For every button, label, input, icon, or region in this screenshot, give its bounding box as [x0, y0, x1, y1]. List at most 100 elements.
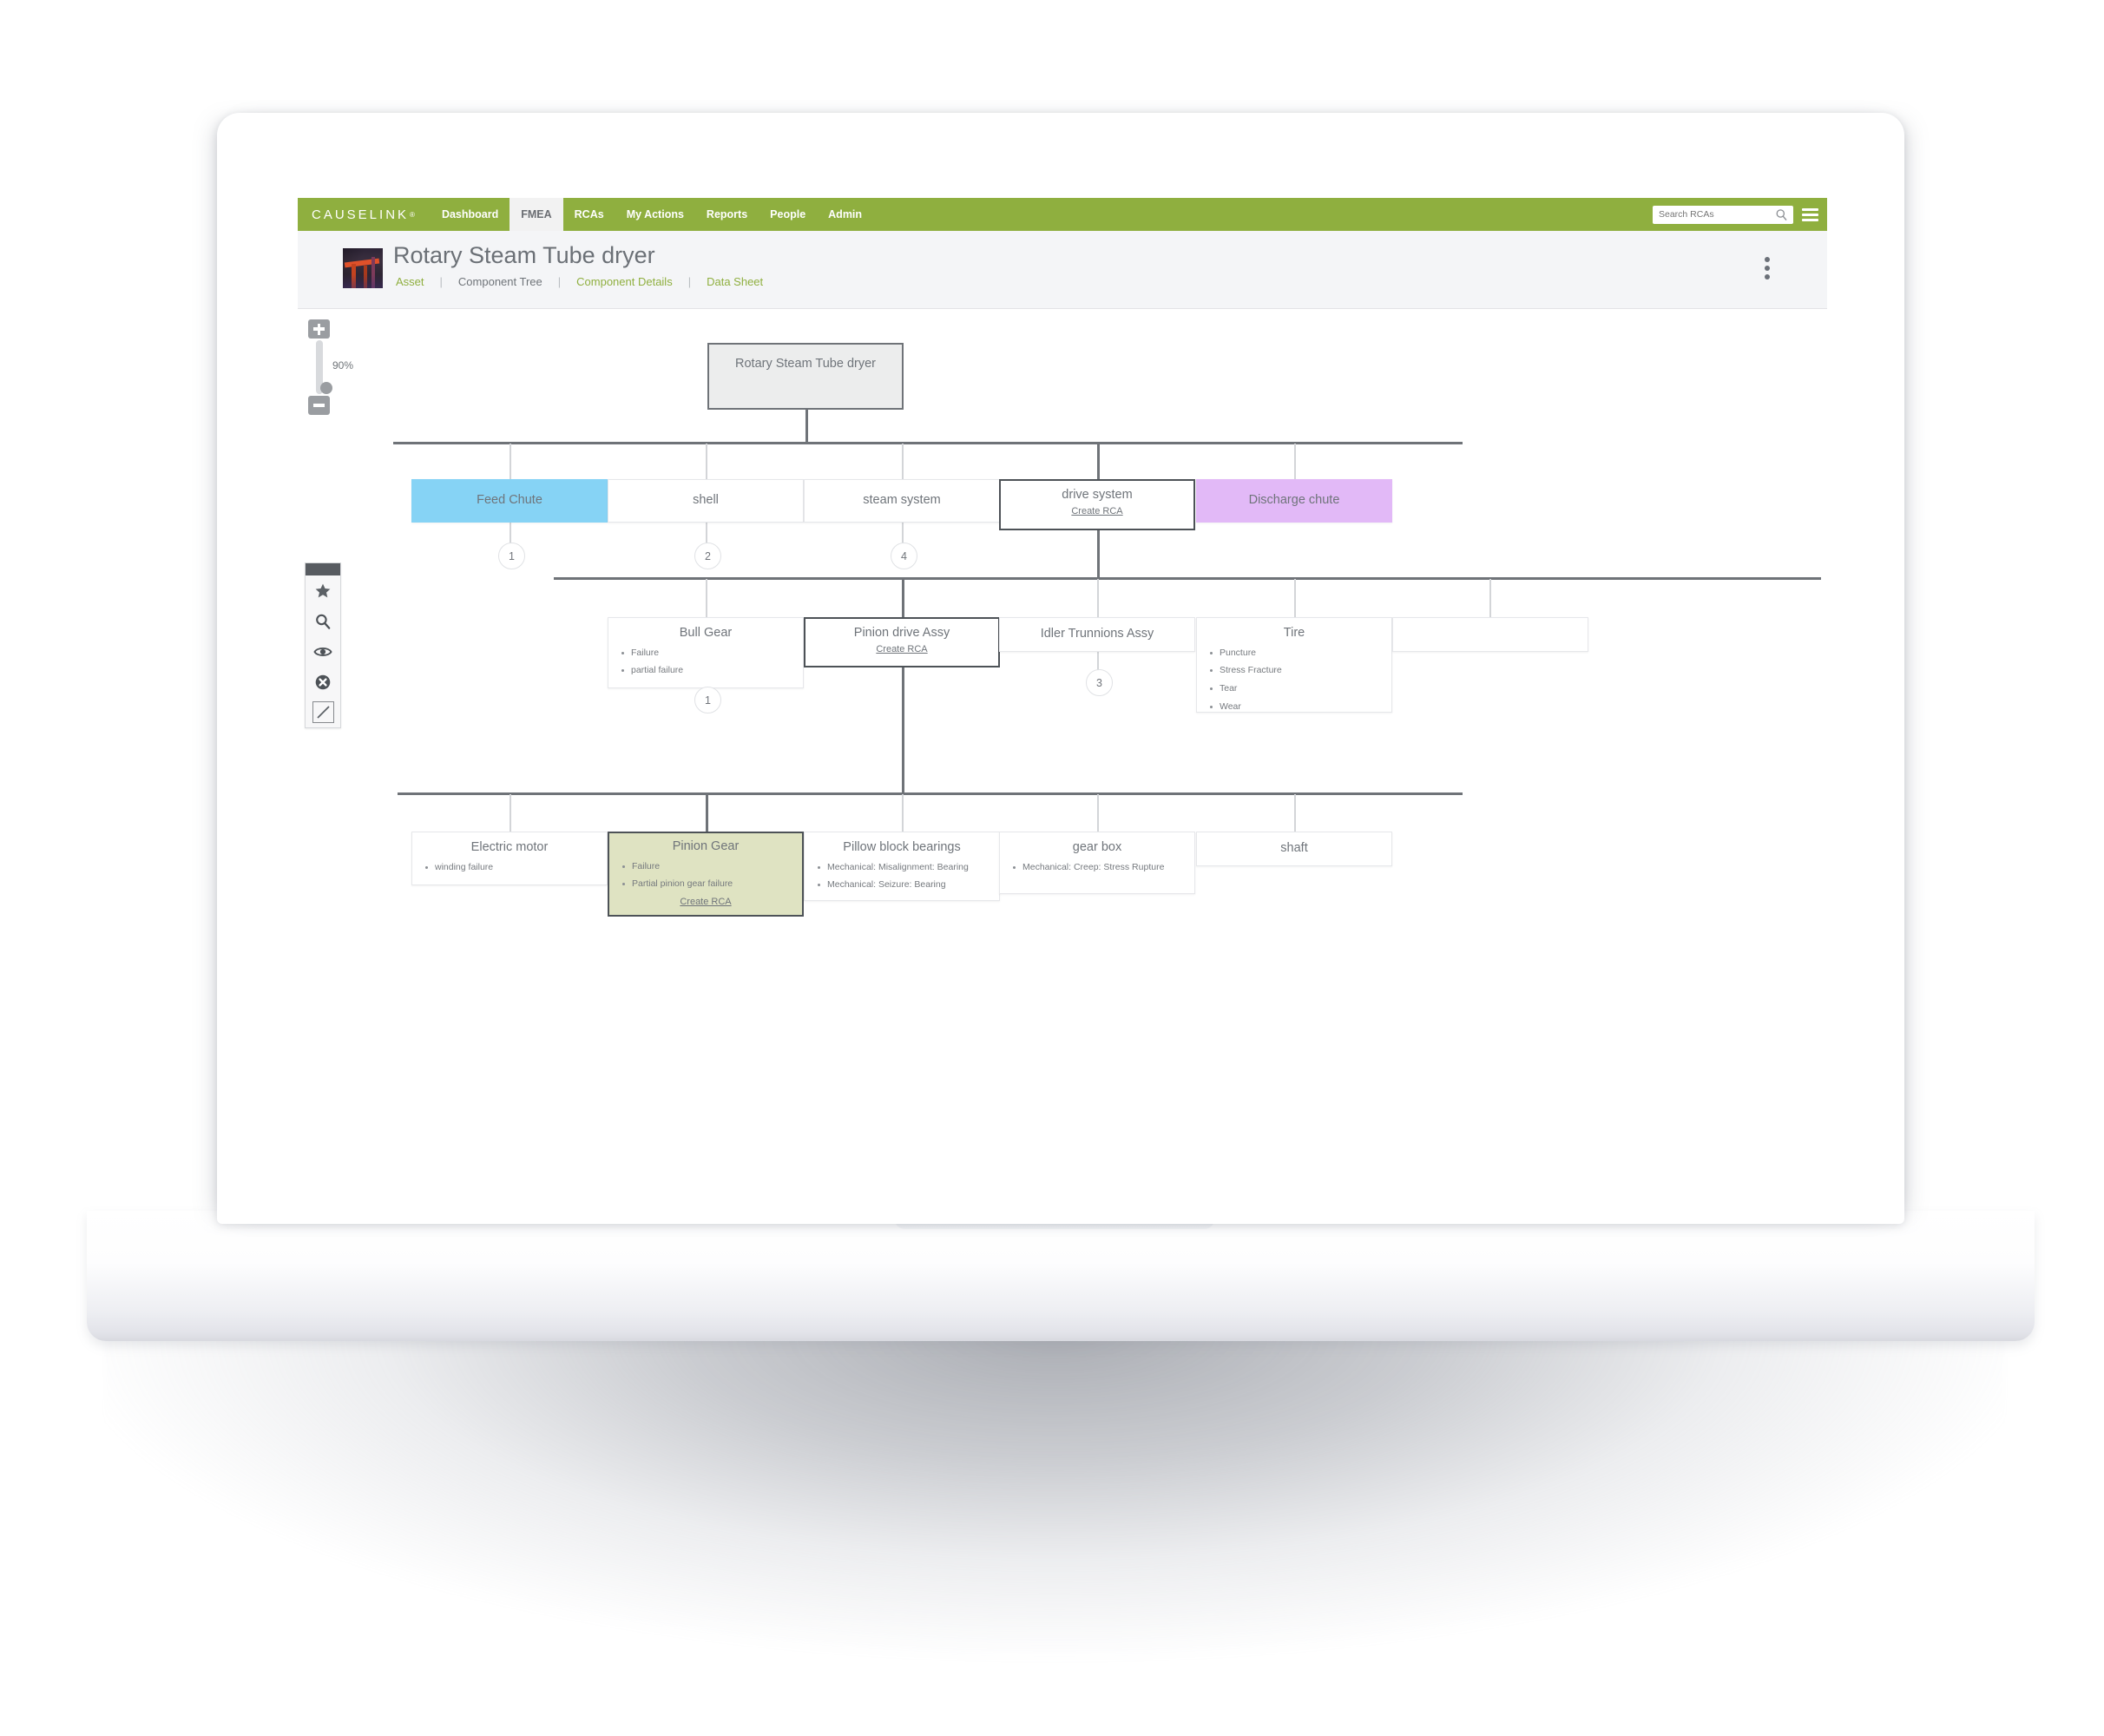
search-magnifier-icon[interactable]	[306, 606, 340, 636]
child-count-badge-idler-trunnions[interactable]: 3	[1086, 669, 1113, 696]
plus-icon-v	[317, 323, 321, 335]
asset-thumbnail[interactable]	[343, 248, 383, 288]
breadcrumb-item-component-tree[interactable]: Component Tree	[457, 275, 544, 288]
tree-node-drive-system[interactable]: drive system Create RCA	[999, 479, 1195, 530]
hamburger-line	[1802, 207, 1818, 211]
search-input[interactable]	[1653, 209, 1793, 220]
breadcrumb-item-asset[interactable]: Asset	[394, 275, 426, 288]
page-title: Rotary Steam Tube dryer	[393, 242, 655, 268]
node-title: shaft	[1280, 841, 1308, 855]
child-count-badge-steam-system[interactable]: 4	[891, 542, 917, 569]
nav-item-people[interactable]: People	[759, 198, 817, 231]
search-box[interactable]	[1653, 205, 1793, 226]
failure-mode-list: Failure partial failure	[608, 648, 803, 678]
tree-node-pillow-block-bearings[interactable]: Pillow block bearings Mechanical: Misali…	[804, 832, 1000, 901]
connector-drop-pinion-gear	[706, 794, 708, 832]
node-title: shell	[693, 493, 719, 507]
failure-mode-list: Mechanical: Creep: Stress Rupture	[1000, 862, 1194, 874]
failure-mode-item: Stress Fracture	[1210, 665, 1383, 677]
nav-item-my-actions[interactable]: My Actions	[615, 198, 695, 231]
connector-root-stem	[805, 409, 808, 444]
connector-badge-stem	[510, 523, 511, 543]
nav-item-reports[interactable]: Reports	[695, 198, 759, 231]
favorite-star-icon[interactable]	[306, 575, 340, 606]
connector-badge-stem	[706, 523, 707, 543]
tree-node-tire[interactable]: Tire Puncture Stress Fracture Tear Wear	[1196, 617, 1392, 713]
failure-mode-list: Puncture Stress Fracture Tear Wear	[1197, 648, 1391, 713]
node-title: Pinion drive Assy	[853, 626, 950, 640]
hamburger-line	[1802, 218, 1818, 221]
node-title: Pinion Gear	[672, 839, 740, 853]
failure-mode-item: Puncture	[1210, 648, 1383, 660]
causelink-logo[interactable]: CAUSELINK ®	[298, 198, 431, 231]
tree-node-pinion-gear[interactable]: Pinion Gear Failure Partial pinion gear …	[608, 832, 804, 917]
zoom-slider-track[interactable]	[315, 340, 332, 394]
create-rca-link-pinion-gear[interactable]: Create RCA	[609, 897, 802, 907]
tree-node-steam-system[interactable]: steam system	[804, 479, 1000, 523]
nav-right-group	[1653, 198, 1827, 231]
zoom-out-button[interactable]	[308, 396, 330, 415]
tree-node-shaft[interactable]: shaft	[1196, 832, 1392, 866]
connector-level3-bus	[398, 792, 1463, 795]
component-tree-canvas[interactable]: 90% Rotary Steam Tube dryer Feed Chute 2…	[298, 309, 1827, 1166]
node-title: Pillow block bearings	[843, 840, 961, 854]
connector-drop-bull-gear	[706, 579, 707, 617]
create-rca-link-pinion-drive-assy[interactable]: Create RCA	[805, 644, 998, 654]
child-count-badge-shell[interactable]: 1	[498, 542, 525, 569]
connector-drop-gear-box	[1097, 794, 1099, 832]
failure-mode-item: Mechanical: Creep: Stress Rupture	[1013, 862, 1186, 874]
breadcrumb-item-component-details[interactable]: Component Details	[575, 275, 674, 288]
node-title: Rotary Steam Tube dryer	[735, 357, 876, 371]
thumb-detail	[343, 274, 383, 288]
tree-node-feed-chute[interactable]: Feed Chute	[411, 479, 608, 523]
nav-item-rcas[interactable]: RCAs	[563, 198, 615, 231]
node-title: gear box	[1072, 840, 1122, 854]
node-title: Tire	[1283, 626, 1305, 640]
visibility-eye-icon[interactable]	[306, 636, 340, 667]
vertical-dots-icon[interactable]	[1765, 257, 1770, 279]
breadcrumb-separator: |	[557, 275, 562, 289]
nav-item-admin[interactable]: Admin	[817, 198, 873, 231]
page-header: Rotary Steam Tube dryer Asset | Componen…	[298, 231, 1827, 309]
remove-circle-icon[interactable]	[306, 667, 340, 697]
zoom-slider-thumb[interactable]	[320, 382, 332, 394]
create-rca-link-drive-system[interactable]: Create RCA	[1001, 506, 1193, 516]
connector-drop-pinion-drive-assy	[902, 579, 904, 617]
failure-mode-item: Failure	[621, 648, 794, 660]
application-window: CAUSELINK ® Dashboard FMEA RCAs My Action…	[298, 198, 1827, 1166]
connector-drop-steam-system	[902, 444, 904, 480]
tree-node-idler-trunnions-assy[interactable]: Idler Trunnions Assy	[999, 617, 1195, 652]
brand-text: CAUSELINK	[312, 207, 410, 222]
minus-icon	[313, 404, 325, 407]
tree-node-bull-gear[interactable]: Bull Gear Failure partial failure	[608, 617, 804, 688]
registered-mark: ®	[410, 210, 415, 219]
hamburger-icon[interactable]	[1802, 207, 1818, 221]
failure-mode-item: Partial pinion gear failure	[622, 878, 793, 891]
zoom-in-button[interactable]	[308, 319, 330, 339]
child-count-badge-bull-gear[interactable]: 1	[694, 687, 721, 713]
magnifier-icon	[1775, 208, 1788, 226]
breadcrumb-item-data-sheet[interactable]: Data Sheet	[705, 275, 765, 288]
node-title: Bull Gear	[679, 626, 733, 640]
connector-pinion-drive-stem	[902, 667, 904, 794]
breadcrumb-separator: |	[687, 275, 692, 289]
node-title	[1393, 618, 1588, 626]
tree-node-electric-motor[interactable]: Electric motor winding failure	[411, 832, 608, 885]
palette-drag-handle[interactable]	[306, 563, 340, 575]
failure-mode-list: Failure Partial pinion gear failure	[609, 861, 802, 891]
top-navigation-bar: CAUSELINK ® Dashboard FMEA RCAs My Action…	[298, 198, 1827, 231]
tree-node-clipped[interactable]	[1392, 617, 1588, 652]
tree-node-root[interactable]: Rotary Steam Tube dryer	[707, 343, 904, 410]
tree-node-shell[interactable]: shell	[608, 479, 804, 523]
tree-node-gear-box[interactable]: gear box Mechanical: Creep: Stress Ruptu…	[999, 832, 1195, 894]
nav-item-dashboard[interactable]: Dashboard	[431, 198, 510, 231]
tree-node-discharge-chute[interactable]: Discharge chute	[1196, 479, 1392, 523]
draw-line-icon[interactable]	[306, 697, 340, 727]
connector-level2-bus	[554, 577, 1821, 580]
connector-drop-electric-motor	[510, 794, 511, 832]
child-count-badge-feed-chute[interactable]: 2	[694, 542, 721, 569]
nav-item-fmea[interactable]: FMEA	[510, 198, 563, 231]
laptop-base	[87, 1211, 2035, 1341]
connector-drop-feed-chute	[510, 444, 511, 480]
tree-node-pinion-drive-assy[interactable]: Pinion drive Assy Create RCA	[804, 617, 1000, 667]
